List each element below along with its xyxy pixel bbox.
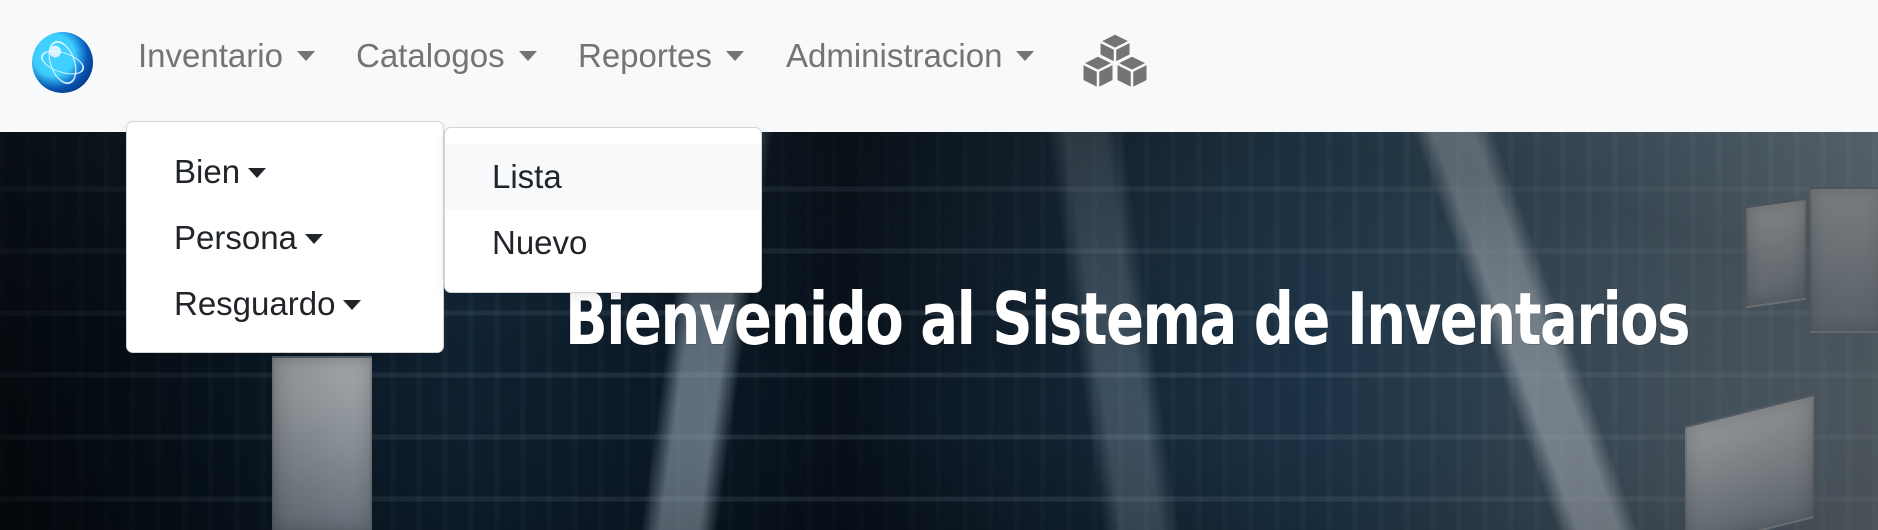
dropdown-item-bien-label: Bien xyxy=(174,153,241,190)
nav-administracion[interactable]: Administracion xyxy=(786,25,1035,85)
submenu-item-nuevo[interactable]: Nuevo xyxy=(445,210,761,276)
caret-down-icon xyxy=(725,51,744,61)
caret-down-icon xyxy=(343,300,362,310)
bien-submenu: Lista Nuevo xyxy=(444,127,762,293)
caret-down-icon xyxy=(518,51,537,61)
caret-down-icon xyxy=(248,168,267,178)
dropdown-item-resguardo-label: Resguardo xyxy=(174,285,336,322)
dropdown-item-persona[interactable]: Persona xyxy=(127,205,443,271)
nav-catalogos[interactable]: Catalogos xyxy=(356,25,537,85)
dropdown-item-persona-label: Persona xyxy=(174,219,297,256)
submenu-item-lista[interactable]: Lista xyxy=(445,144,761,210)
nav-catalogos-label: Catalogos xyxy=(356,36,505,74)
caret-down-icon xyxy=(296,51,315,61)
boxes-icon xyxy=(1080,31,1150,91)
warehouse-box xyxy=(1746,197,1806,309)
nav-inventario-label: Inventario xyxy=(138,36,283,74)
warehouse-box xyxy=(1685,393,1814,530)
hero-title: Bienvenido al Sistema de Inventarios xyxy=(565,277,1691,362)
caret-down-icon xyxy=(1016,51,1035,61)
dropdown-item-resguardo[interactable]: Resguardo xyxy=(127,271,443,337)
inventory-home-page: Inventario Catalogos Reportes Administra… xyxy=(0,0,1878,530)
dropdown-item-bien[interactable]: Bien xyxy=(127,139,443,205)
warehouse-box xyxy=(272,356,372,530)
top-navbar: Inventario Catalogos Reportes Administra… xyxy=(0,0,1878,132)
globe-icon[interactable] xyxy=(32,32,93,93)
nav-inventario[interactable]: Inventario xyxy=(138,25,315,85)
nav-reportes-label: Reportes xyxy=(578,36,712,74)
warehouse-box xyxy=(1810,187,1878,333)
caret-down-icon xyxy=(304,234,323,244)
nav-administracion-label: Administracion xyxy=(786,36,1003,74)
nav-reportes[interactable]: Reportes xyxy=(578,25,744,85)
inventario-dropdown: Bien Persona Resguardo xyxy=(126,121,444,353)
